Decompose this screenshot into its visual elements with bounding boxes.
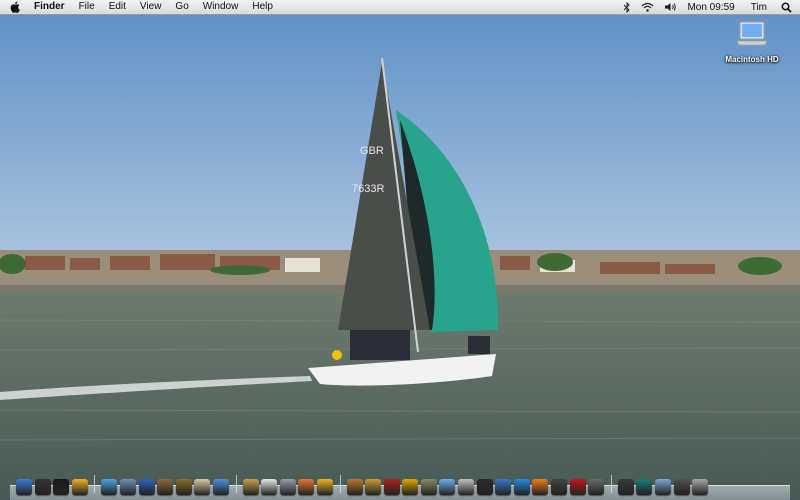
laptop-drive-icon (736, 21, 768, 52)
volume-icon[interactable] (664, 0, 677, 14)
mail-stamp-icon[interactable] (175, 479, 192, 495)
desktop-icon-macintosh-hd[interactable]: Macintosh HD (722, 20, 782, 64)
chat-icon[interactable] (71, 479, 88, 495)
menu-clock[interactable]: Mon 09:59 (687, 2, 734, 13)
photo-icon[interactable] (119, 479, 136, 495)
safari-icon[interactable] (101, 479, 118, 495)
flower-icon[interactable] (298, 479, 315, 495)
dashboard-icon[interactable] (34, 479, 51, 495)
menu-edit[interactable]: Edit (109, 0, 126, 14)
dock-separator (94, 475, 96, 493)
lock-icon[interactable] (316, 479, 333, 495)
menu-window[interactable]: Window (203, 0, 239, 14)
apple-icon[interactable] (10, 1, 22, 13)
calendar-icon[interactable] (261, 479, 278, 495)
dock-separator (339, 475, 341, 493)
app-icon[interactable] (617, 479, 634, 495)
photo-booth-icon[interactable] (157, 479, 174, 495)
search-icon[interactable] (781, 2, 792, 13)
tools-icon[interactable] (588, 479, 605, 495)
terminal-icon[interactable] (53, 479, 70, 495)
globe-icon[interactable] (513, 479, 530, 495)
keynote-icon[interactable] (495, 479, 512, 495)
desktop-wallpaper: GBR 7633R (0, 0, 800, 500)
ichat-icon[interactable] (212, 479, 229, 495)
red-tool-icon[interactable] (569, 479, 586, 495)
menu-go[interactable]: Go (175, 0, 188, 14)
user-icon[interactable] (138, 479, 155, 495)
dock-separator (610, 475, 612, 493)
iphoto-icon[interactable] (346, 479, 363, 495)
itunes-icon[interactable] (439, 479, 456, 495)
monitor-icon[interactable] (551, 479, 568, 495)
screen-icon[interactable] (476, 479, 493, 495)
dock-separator (235, 475, 237, 493)
feather-icon[interactable] (194, 479, 211, 495)
menu-user[interactable]: Tim (751, 2, 767, 13)
dock-items (16, 473, 711, 495)
garageband-icon[interactable] (365, 479, 382, 495)
svg-text:GBR: GBR (360, 145, 384, 157)
desktop-icon-label: Macintosh HD (725, 55, 779, 64)
menu-bar: Finder File Edit View Go Window Help Mon… (0, 0, 800, 15)
time-machine-icon[interactable] (636, 479, 653, 495)
preview-icon[interactable] (458, 479, 475, 495)
finder-icon[interactable] (16, 479, 32, 495)
notes-icon[interactable] (242, 479, 259, 495)
game-icon[interactable] (420, 479, 437, 495)
trash-icon[interactable] (692, 479, 709, 495)
svg-text:7633R: 7633R (352, 183, 384, 195)
bluetooth-icon[interactable] (623, 0, 631, 14)
dock (10, 470, 790, 500)
menu-file[interactable]: File (79, 0, 95, 14)
menu-help[interactable]: Help (252, 0, 273, 14)
wifi-icon[interactable] (641, 0, 654, 14)
menu-view[interactable]: View (140, 0, 162, 14)
sync-icon[interactable] (279, 479, 296, 495)
downloads-icon[interactable] (673, 479, 690, 495)
menu-app-finder[interactable]: Finder (34, 0, 65, 14)
vlc-icon[interactable] (532, 479, 549, 495)
helmet-icon[interactable] (402, 479, 419, 495)
movie-icon[interactable] (383, 479, 400, 495)
folder-icon[interactable] (655, 479, 671, 495)
